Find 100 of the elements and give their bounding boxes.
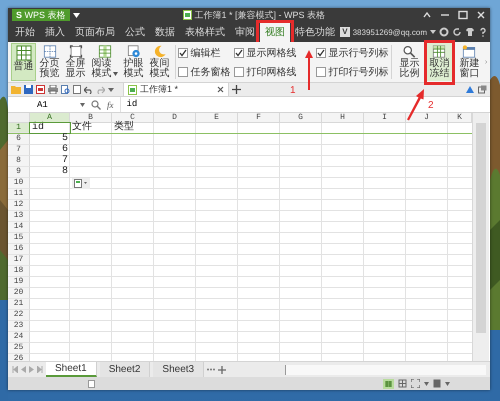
menu-tab[interactable]: 开始 (10, 22, 40, 42)
row-header[interactable]: 12 (8, 200, 30, 211)
menu-tab[interactable]: 页面布局 (70, 22, 120, 42)
zoom-icon[interactable] (91, 100, 101, 110)
checkbox[interactable] (234, 48, 244, 58)
row-header[interactable]: 17 (8, 255, 30, 266)
column-header[interactable]: A (30, 113, 70, 123)
caret-icon[interactable] (72, 12, 80, 18)
row-header[interactable]: 1 (8, 123, 30, 133)
plus-icon[interactable] (232, 85, 241, 94)
row-header[interactable]: 14 (8, 222, 30, 233)
view-mode-button[interactable]: 普通 (11, 43, 36, 81)
paste-options-icon[interactable] (72, 178, 90, 189)
save-icon[interactable] (24, 85, 33, 94)
shirt-icon[interactable] (465, 27, 475, 37)
checkbox-label[interactable]: 显示行号列标 (328, 46, 388, 60)
column-header[interactable]: J (406, 113, 448, 123)
menu-tab[interactable]: 视图 (260, 22, 290, 42)
sheet-tab[interactable]: Sheet3 (153, 362, 204, 377)
plus-icon[interactable] (218, 366, 226, 374)
menu-tab[interactable]: 公式 (120, 22, 150, 42)
close-icon[interactable] (217, 86, 224, 93)
row-header[interactable]: 13 (8, 211, 30, 222)
checkbox[interactable] (316, 48, 326, 58)
settings-icon[interactable] (439, 27, 449, 37)
print-icon[interactable] (48, 85, 58, 94)
sheet-tab[interactable]: Sheet2 (100, 362, 150, 377)
checkbox[interactable] (178, 66, 188, 76)
checkbox-label[interactable]: 编辑栏 (190, 46, 220, 60)
reading-view-icon[interactable] (433, 379, 441, 388)
view-mode-button[interactable]: 全屏显示 (63, 43, 88, 81)
grid-icon (16, 45, 32, 61)
checkbox[interactable] (234, 66, 244, 76)
caret-icon[interactable] (80, 102, 85, 106)
column-header[interactable]: E (196, 113, 238, 123)
column-header[interactable]: D (154, 113, 196, 123)
window-icon[interactable] (478, 85, 487, 94)
row-header[interactable]: 8 (8, 156, 30, 167)
checkbox[interactable] (178, 48, 188, 58)
row-header[interactable]: 6 (8, 134, 30, 145)
more-icon[interactable] (207, 368, 216, 371)
column-header[interactable]: G (280, 113, 322, 123)
row-header[interactable]: 15 (8, 233, 30, 244)
ribbon-button[interactable]: 新建窗口 (456, 43, 482, 81)
pdf-icon[interactable] (36, 85, 45, 94)
column-header[interactable]: H (322, 113, 364, 123)
annotation-number: 2 (428, 100, 434, 111)
row-header[interactable]: 19 (8, 277, 30, 288)
ribbon-button[interactable]: 显示比例 (396, 43, 422, 81)
row-header[interactable]: 18 (8, 266, 30, 277)
row-header[interactable]: 22 (8, 310, 30, 321)
view-mode-button[interactable]: 夜间模式 (147, 43, 172, 81)
row-header[interactable]: 10 (8, 178, 30, 189)
triangle-icon[interactable] (465, 85, 475, 94)
fullscreen-icon[interactable] (411, 379, 420, 388)
checkbox-label[interactable]: 打印行号列标 (328, 64, 388, 78)
sheet-tab[interactable]: Sheet1 (46, 362, 97, 377)
refresh-icon[interactable] (452, 27, 462, 37)
row-header[interactable]: 26 (8, 354, 30, 361)
view-mode-button[interactable]: 阅读模式 (89, 43, 120, 81)
document-icon[interactable] (88, 380, 95, 388)
menu-tab[interactable]: 审阅 (230, 22, 260, 42)
menu-tab[interactable]: 表格样式 (180, 22, 230, 42)
row-header[interactable]: 20 (8, 288, 30, 299)
caret-icon[interactable] (430, 30, 436, 34)
view-mode-button[interactable]: 分页预览 (37, 43, 62, 81)
undo-icon[interactable] (84, 86, 93, 94)
vertical-scrollbar[interactable] (472, 113, 489, 361)
name-box[interactable]: A1 (12, 100, 74, 110)
checkbox-label[interactable]: 打印网格线 (246, 64, 296, 78)
row-header[interactable]: 16 (8, 244, 30, 255)
row-header[interactable]: 7 (8, 145, 30, 156)
column-header[interactable]: F (238, 113, 280, 123)
caret-icon[interactable] (108, 88, 114, 92)
function-label[interactable]: fx (107, 100, 114, 110)
menu-tab[interactable]: 特色功能 (290, 22, 340, 42)
account-email[interactable]: 383951269@qq.com (352, 28, 427, 36)
horizontal-scrollbar[interactable] (285, 364, 486, 374)
menu-tab[interactable]: 数据 (150, 22, 180, 42)
print-preview-icon[interactable] (61, 85, 70, 94)
page-view-icon[interactable] (398, 379, 407, 388)
document-icon[interactable] (73, 85, 81, 94)
row-header[interactable]: 11 (8, 189, 30, 200)
view-mode-button[interactable]: 护眼模式 (121, 43, 146, 81)
column-header[interactable]: K (448, 113, 472, 123)
row-header[interactable]: 23 (8, 321, 30, 332)
maximize-icon[interactable] (458, 10, 468, 20)
normal-view-icon[interactable] (383, 378, 394, 388)
checkbox-label[interactable]: 任务窗格 (190, 64, 230, 78)
row-header[interactable]: 21 (8, 299, 30, 310)
menu-tab[interactable]: 插入 (40, 22, 70, 42)
checkbox-label[interactable]: 显示网格线 (246, 46, 296, 60)
checkbox[interactable] (316, 66, 326, 76)
row-header[interactable]: 25 (8, 343, 30, 354)
collapse-icon[interactable] (422, 10, 432, 20)
row-header[interactable]: 24 (8, 332, 30, 343)
help-icon[interactable] (478, 27, 488, 37)
ribbon-button[interactable]: 取消冻结 (426, 43, 452, 81)
column-header[interactable]: I (364, 113, 406, 123)
row-header[interactable]: 9 (8, 167, 30, 178)
